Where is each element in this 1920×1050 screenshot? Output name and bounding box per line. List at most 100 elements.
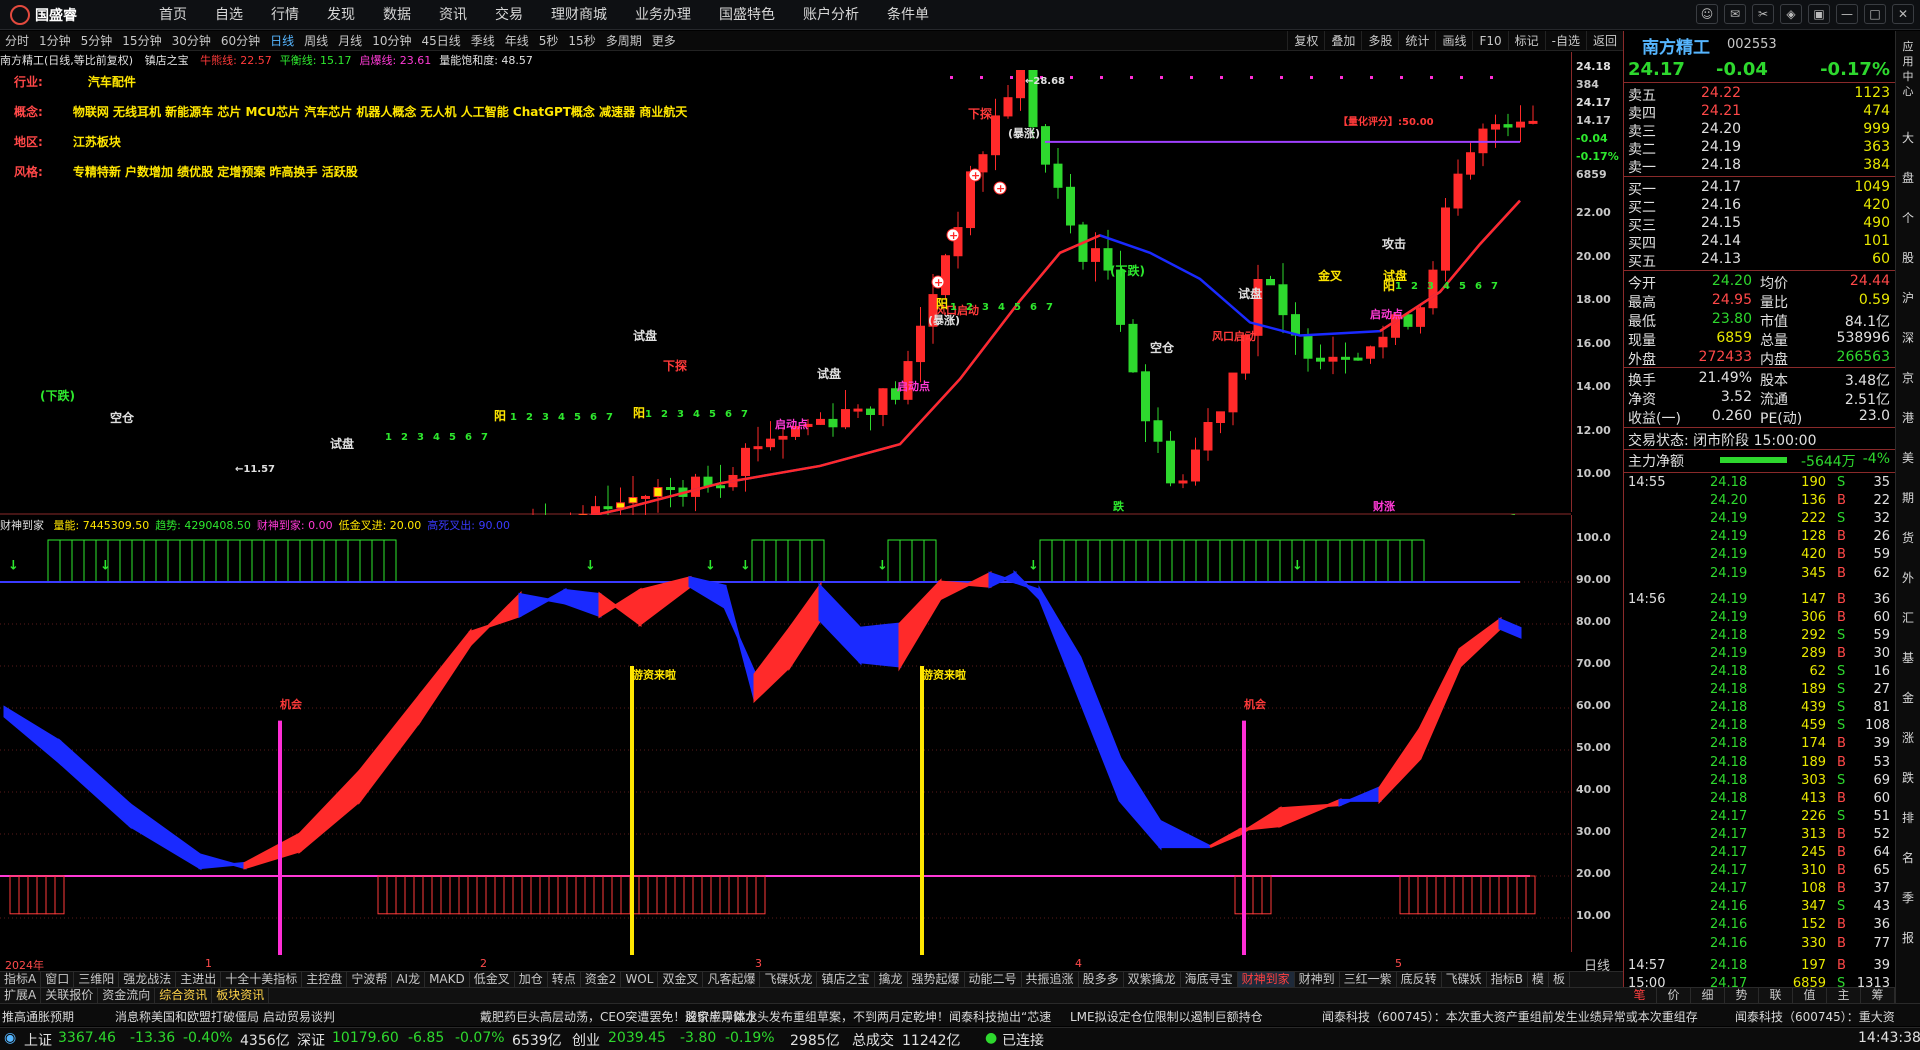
period-tab[interactable]: 15分钟 <box>117 31 166 51</box>
period-tab[interactable]: 15秒 <box>563 31 600 51</box>
indicator-tab[interactable]: 底反转 <box>1397 972 1442 987</box>
order-book-row[interactable]: 卖二 24.19 363 <box>1624 139 1896 158</box>
sidebar-item[interactable]: 金 <box>1899 691 1917 706</box>
indicator-tab[interactable]: 双金叉 <box>658 972 704 987</box>
indicator-tab[interactable]: 资金2 <box>581 972 622 987</box>
indicator-tab[interactable]: 凡客起爆 <box>703 972 761 987</box>
indicator-tab[interactable]: 财神到 <box>1295 972 1340 987</box>
chart-tool-button[interactable]: 标记 <box>1507 31 1545 51</box>
period-tab[interactable]: 日线 <box>265 31 299 51</box>
sidebar-item[interactable]: 股 <box>1899 251 1917 266</box>
sidebar-item[interactable]: 跌 <box>1899 771 1917 786</box>
chart-tool-button[interactable]: F10 <box>1472 31 1507 51</box>
news-item[interactable]: 消息称美国和欧盟打破僵局 启动贸易谈判 <box>115 1008 335 1025</box>
indicator-tab[interactable]: 低金叉 <box>470 972 515 987</box>
period-tab[interactable]: 45日线 <box>416 31 465 51</box>
period-tab[interactable]: 1分钟 <box>34 31 76 51</box>
period-tab[interactable]: 10分钟 <box>367 31 416 51</box>
chart-tool-button[interactable]: 返回 <box>1585 31 1623 51</box>
period-tab[interactable]: 30分钟 <box>167 31 216 51</box>
sidebar-item[interactable]: 美 <box>1899 451 1917 466</box>
indicator-tab[interactable]: 擒龙 <box>875 972 908 987</box>
indicator-tab[interactable]: 三红一紫 <box>1340 972 1397 987</box>
period-tab[interactable]: 更多 <box>647 31 681 51</box>
mail-icon[interactable]: ✉ <box>1724 4 1746 24</box>
quote-tab[interactable]: 联 <box>1759 988 1793 1003</box>
sidebar-item[interactable]: 汇 <box>1899 611 1917 626</box>
indicator-tab[interactable]: AI龙 <box>392 972 426 987</box>
quote-tab[interactable]: 筹 <box>1861 988 1895 1003</box>
info-tab[interactable]: 综合资讯 <box>155 988 213 1003</box>
chart-tool-button[interactable]: 叠加 <box>1324 31 1361 51</box>
indicator-tab[interactable]: 模 <box>1528 972 1549 987</box>
indicator-chart[interactable]: 机会机会游资来啦游资来啦↓↓↓↓↓↓↓↓↑↑ <box>0 532 1571 955</box>
sidebar-item[interactable]: 大 <box>1899 131 1917 146</box>
menu-item[interactable]: 发现 <box>313 0 369 30</box>
quote-tab[interactable]: 值 <box>1793 988 1827 1003</box>
sidebar-item[interactable]: 港 <box>1899 411 1917 426</box>
indicator-tab[interactable]: 强龙战法 <box>119 972 177 987</box>
period-tab[interactable]: 5分钟 <box>76 31 118 51</box>
indicator-tab[interactable]: 三维阳 <box>74 972 120 987</box>
chart-tool-button[interactable]: 多股 <box>1361 31 1398 51</box>
order-book-row[interactable]: 买三 24.15 490 <box>1624 215 1896 234</box>
indicator-tab[interactable]: 财神到家 <box>1237 972 1295 987</box>
indicator-tab[interactable]: 飞碟妖龙 <box>760 972 818 987</box>
order-book-row[interactable]: 买二 24.16 420 <box>1624 197 1896 216</box>
indicator-tab[interactable]: MAKD <box>425 972 470 987</box>
order-book-row[interactable]: 买五 24.13 60 <box>1624 251 1896 270</box>
order-book-row[interactable]: 卖一 24.18 384 <box>1624 157 1896 176</box>
chart-tool-button[interactable]: 统计 <box>1398 31 1435 51</box>
info-tab[interactable]: 关联报价 <box>41 988 99 1003</box>
news-item[interactable]: 推高通胀预期 <box>2 1008 74 1025</box>
indicator-tab[interactable]: 加仓 <box>515 972 548 987</box>
news-item[interactable]: LME拟设定仓位限制以遏制巨额持仓 <box>1070 1008 1263 1025</box>
indicator-tab[interactable]: 股多多 <box>1079 972 1124 987</box>
chart-tool-button[interactable]: -自选 <box>1544 31 1586 51</box>
info-tab[interactable]: 资金流向 <box>98 988 156 1003</box>
indicator-tab[interactable]: 主进出 <box>176 972 222 987</box>
order-book-row[interactable]: 买四 24.14 101 <box>1624 233 1896 252</box>
period-tab[interactable]: 60分钟 <box>216 31 265 51</box>
kline-chart[interactable]: ←28.68←11.57【量化评分】:50.00空仓空仓(下跌)(下跌)风口启动… <box>0 70 1571 515</box>
chart-tool-button[interactable]: 画线 <box>1435 31 1472 51</box>
indicator-tab[interactable]: 板 <box>1549 972 1570 987</box>
period-tab[interactable]: 季线 <box>466 31 500 51</box>
menu-item[interactable]: 首页 <box>145 0 201 30</box>
news-item[interactable]: 闻泰科技（600745）：重大资 <box>1735 1008 1895 1025</box>
period-tab[interactable]: 周线 <box>299 31 333 51</box>
quote-tab[interactable]: 笔 <box>1623 988 1657 1003</box>
menu-item[interactable]: 账户分析 <box>789 0 873 30</box>
minimize-icon[interactable]: — <box>1836 4 1858 24</box>
period-tab[interactable]: 分时 <box>0 31 34 51</box>
sidebar-item[interactable]: 季 <box>1899 891 1917 906</box>
menu-item[interactable]: 条件单 <box>873 0 943 30</box>
chat-icon[interactable]: ☺ <box>1696 4 1718 24</box>
menu-item[interactable]: 国盛特色 <box>705 0 789 30</box>
period-tab[interactable]: 多周期 <box>601 31 647 51</box>
info-tab[interactable]: 扩展A <box>0 988 42 1003</box>
indicator-tab[interactable]: 指标A <box>0 972 42 987</box>
skin-icon[interactable]: ◈ <box>1780 4 1802 24</box>
quote-tab[interactable]: 细 <box>1691 988 1725 1003</box>
menu-item[interactable]: 资讯 <box>425 0 481 30</box>
sidebar-item[interactable]: 排 <box>1899 811 1917 826</box>
news-item[interactable]: 闻泰科技（600745）：本次重大资产重组前发生业绩异常或本次重组存 <box>1322 1008 1698 1025</box>
sidebar-item[interactable]: 货 <box>1899 531 1917 546</box>
sidebar-item[interactable]: 沪 <box>1899 291 1917 306</box>
order-book-row[interactable]: 卖四 24.21 474 <box>1624 103 1896 122</box>
sidebar-item[interactable]: 基 <box>1899 651 1917 666</box>
indicator-tab[interactable]: 主控盘 <box>302 972 348 987</box>
indicator-tab[interactable]: 共振追涨 <box>1022 972 1079 987</box>
period-tab[interactable]: 月线 <box>333 31 367 51</box>
order-book-row[interactable]: 卖三 24.20 999 <box>1624 121 1896 140</box>
app-logo[interactable]: 国盛睿 <box>10 5 77 25</box>
indicator-tab[interactable]: 飞碟妖 <box>1442 972 1487 987</box>
news-ticker[interactable]: 推高通胀预期 消息称美国和欧盟打破僵局 启动贸易谈判 戴肥药巨头高层动荡，CEO突遭… <box>0 1003 1920 1026</box>
quote-tab[interactable]: 价 <box>1657 988 1691 1003</box>
period-tab[interactable]: 年线 <box>500 31 534 51</box>
sidebar-item[interactable]: 涨 <box>1899 731 1917 746</box>
menu-item[interactable]: 行情 <box>257 0 313 30</box>
sidebar-item[interactable]: 深 <box>1899 331 1917 346</box>
indicator-name[interactable]: 镇店之宝 <box>145 54 189 67</box>
